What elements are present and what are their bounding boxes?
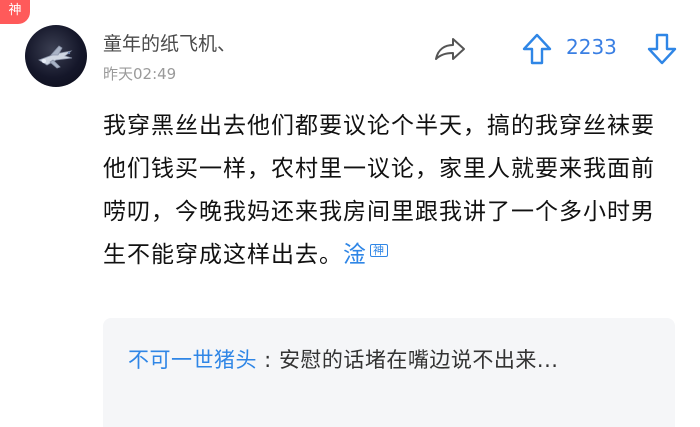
god-tag-icon: 神 — [370, 244, 388, 257]
avatar[interactable] — [25, 25, 87, 87]
down-arrow-icon — [647, 33, 677, 65]
god-tag: 淦 — [343, 242, 367, 268]
reply-box[interactable]: 不可一世猪头 : 安慰的话堵在嘴边说不出来... — [103, 318, 675, 427]
reply-text: 安慰的话堵在嘴边说不出来... — [278, 348, 559, 372]
downvote-button[interactable] — [646, 32, 678, 66]
god-comment-badge: 神 — [0, 0, 30, 24]
reply-author[interactable]: 不可一世猪头 — [128, 348, 257, 372]
reply-separator: : — [257, 348, 279, 372]
share-arrow-icon — [435, 38, 465, 60]
username[interactable]: 童年的纸飞机、 — [103, 29, 236, 56]
timestamp: 昨天02:49 — [103, 65, 177, 83]
up-arrow-icon — [522, 33, 552, 65]
avatar-image — [38, 45, 73, 69]
share-button[interactable] — [432, 34, 468, 64]
vote-count: 2233 — [566, 35, 617, 59]
post-content: 我穿黑丝出去他们都要议论个半天，搞的我穿丝袜要他们钱买一样，农村里一议论，家里人… — [103, 105, 663, 277]
reply-line: 不可一世猪头 : 安慰的话堵在嘴边说不出来... — [128, 340, 658, 380]
upvote-button[interactable] — [521, 32, 553, 66]
